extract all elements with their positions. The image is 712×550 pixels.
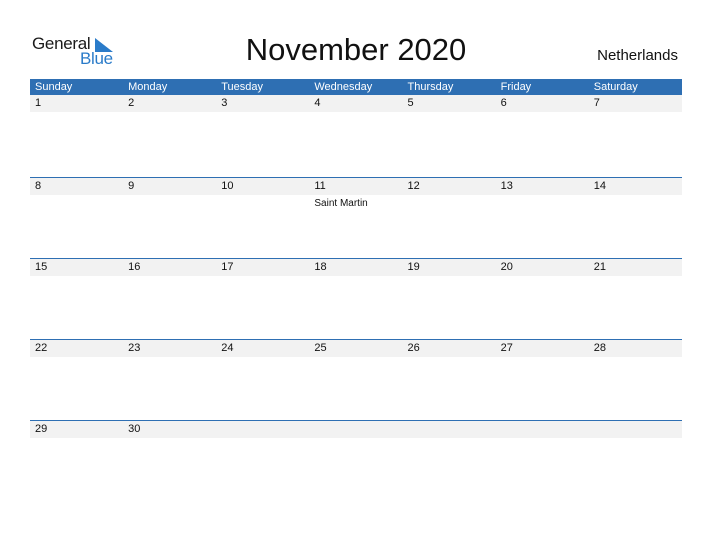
weekday-header: Sunday Monday Tuesday Wednesday Thursday… (30, 79, 682, 95)
day-number: 3 (221, 97, 228, 109)
day-cell[interactable]: 23 (123, 340, 216, 357)
day-cell[interactable]: 25 (309, 340, 402, 357)
day-number: 18 (314, 261, 327, 273)
day-number: 12 (407, 180, 420, 192)
weekday-tuesday: Tuesday (221, 81, 264, 93)
day-cell[interactable]: 16 (123, 259, 216, 276)
day-number: 24 (221, 342, 234, 354)
day-cell[interactable]: 13 (496, 178, 589, 195)
day-number: 9 (128, 180, 135, 192)
day-number: 8 (35, 180, 42, 192)
day-cell[interactable]: 20 (496, 259, 589, 276)
day-cell[interactable]: 14 (589, 178, 682, 195)
day-number: 11 (314, 180, 326, 192)
day-number: 4 (314, 97, 321, 109)
week-row: 1 2 3 4 5 6 7 (30, 95, 682, 176)
day-cell (589, 421, 682, 438)
day-cell (496, 421, 589, 438)
day-cell[interactable]: 27 (496, 340, 589, 357)
day-number: 10 (221, 180, 234, 192)
weekday-friday: Friday (500, 81, 532, 93)
day-cell[interactable]: 2 (123, 95, 216, 112)
date-strip: 15 16 17 18 19 20 21 (30, 259, 682, 276)
day-number: 30 (128, 423, 141, 435)
day-cell[interactable]: 19 (403, 259, 496, 276)
day-cell (309, 421, 402, 438)
day-number: 13 (500, 180, 513, 192)
day-cell[interactable]: 17 (216, 259, 309, 276)
day-number: 14 (593, 180, 606, 192)
week-row: 8 9 10 11 Saint Martin 12 13 14 (30, 177, 682, 259)
day-number: 6 (500, 97, 507, 109)
date-strip: 8 9 10 11 Saint Martin 12 13 14 (30, 178, 682, 209)
day-number: 5 (407, 97, 414, 109)
day-number: 17 (221, 261, 234, 273)
day-cell[interactable]: 5 (403, 95, 496, 112)
day-cell[interactable]: 18 (309, 259, 402, 276)
day-cell[interactable]: 4 (309, 95, 402, 112)
day-cell (403, 421, 496, 438)
day-cell[interactable]: 7 (589, 95, 682, 112)
day-cell[interactable]: 10 (216, 178, 309, 195)
day-number: 25 (314, 342, 327, 354)
day-number: 23 (128, 342, 141, 354)
day-cell[interactable]: 28 (589, 340, 682, 357)
weekday-monday: Monday (128, 81, 168, 93)
weekday-wednesday: Wednesday (314, 81, 373, 93)
week-row: 22 23 24 25 26 27 28 (30, 339, 682, 421)
day-cell[interactable]: 3 (216, 95, 309, 112)
country-label: Netherlands (597, 47, 678, 64)
day-cell[interactable]: 8 (30, 178, 123, 195)
day-cell[interactable]: 9 (123, 178, 216, 195)
date-strip: 22 23 24 25 26 27 28 (30, 340, 682, 357)
day-cell[interactable]: 29 (30, 421, 123, 438)
weekday-sunday: Sunday (35, 81, 73, 93)
day-number: 20 (500, 261, 513, 273)
day-cell[interactable]: 21 (589, 259, 682, 276)
weekday-saturday: Saturday (593, 81, 638, 93)
day-number: 2 (128, 97, 135, 109)
day-cell[interactable]: 6 (496, 95, 589, 112)
week-row: 15 16 17 18 19 20 21 (30, 258, 682, 340)
day-cell[interactable]: 22 (30, 340, 123, 357)
day-cell[interactable]: 26 (403, 340, 496, 357)
day-cell[interactable]: 1 (30, 95, 123, 112)
day-cell (216, 421, 309, 438)
day-number: 27 (500, 342, 513, 354)
day-number: 19 (407, 261, 420, 273)
day-number: 1 (35, 97, 42, 109)
week-row: 29 30 (30, 420, 682, 502)
day-number: 28 (593, 342, 606, 354)
day-number: 21 (593, 261, 606, 273)
date-strip: 1 2 3 4 5 6 7 (30, 95, 682, 112)
day-number: 22 (35, 342, 48, 354)
day-cell[interactable]: 30 (123, 421, 216, 438)
day-number: 29 (35, 423, 48, 435)
holiday-label: Saint Martin (314, 198, 368, 209)
day-number: 16 (128, 261, 141, 273)
day-cell[interactable]: 12 (403, 178, 496, 195)
day-cell[interactable]: 11 Saint Martin (309, 178, 402, 209)
day-cell[interactable]: 15 (30, 259, 123, 276)
weekday-thursday: Thursday (407, 81, 454, 93)
day-cell[interactable]: 24 (216, 340, 309, 357)
date-strip: 29 30 (30, 421, 682, 438)
day-number: 15 (35, 261, 48, 273)
day-number: 26 (407, 342, 420, 354)
day-number: 7 (593, 97, 600, 109)
